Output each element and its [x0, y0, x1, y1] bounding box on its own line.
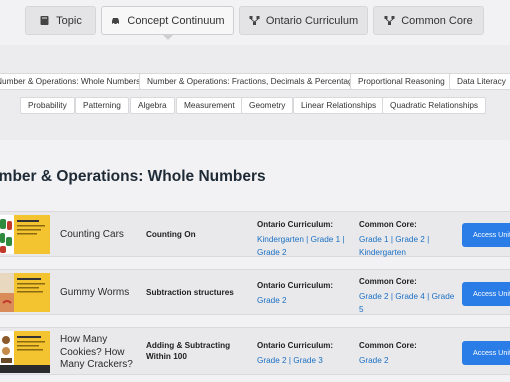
ontario-curriculum: Ontario Curriculum: Grade 2: [257, 280, 352, 306]
grade-link[interactable]: Grade 4: [395, 292, 425, 301]
unit-concept: Subtraction structures: [146, 288, 234, 297]
grade-link[interactable]: Grade 1: [359, 235, 389, 244]
common-core-heading: Common Core:: [359, 277, 417, 286]
access-unit-button[interactable]: Access Unit: [462, 223, 510, 247]
unit-title[interactable]: Counting Cars: [60, 229, 138, 242]
ontario-curriculum: Ontario Curriculum: Grade 2 | Grade 3: [257, 340, 352, 366]
section-title: Number & Operations: Whole Numbers: [0, 168, 266, 185]
grade-link[interactable]: Grade 2: [359, 292, 389, 301]
topic-chip[interactable]: Probability: [20, 97, 75, 114]
unit-title[interactable]: How Many Cookies? How Many Crackers?: [60, 334, 138, 372]
grade-link[interactable]: Grade 2: [257, 248, 287, 257]
unit-row: How Many Cookies? How Many Crackers? Add…: [0, 327, 510, 375]
active-tab-indicator: [163, 35, 173, 40]
car-icon: [110, 15, 121, 26]
topic-chip[interactable]: Measurement: [176, 97, 243, 114]
access-unit-button[interactable]: Access Unit: [462, 282, 510, 306]
topic-chip[interactable]: Linear Relationships: [293, 97, 385, 114]
common-core: Common Core: Grade 2 | Grade 4 | Grade 5: [359, 276, 457, 315]
topic-chip[interactable]: Algebra: [130, 97, 175, 114]
view-tabs: Topic Concept Continuum Ontario Curricul…: [0, 0, 510, 45]
topic-chip[interactable]: Number & Operations: Fractions, Decimals…: [139, 73, 370, 90]
grade-link[interactable]: Grade 1: [311, 235, 341, 244]
unit-row: Counting Cars Counting On Ontario Curric…: [0, 211, 510, 257]
grade-link[interactable]: Grade 2: [395, 235, 425, 244]
tab-topic[interactable]: Topic: [25, 6, 96, 35]
tab-ontario-curriculum[interactable]: Ontario Curriculum: [239, 6, 368, 35]
grade-link[interactable]: Kindergarten: [257, 235, 304, 244]
sitemap-icon: [249, 15, 260, 26]
tab-ontario-curriculum-label: Ontario Curriculum: [265, 14, 359, 27]
unit-thumbnail[interactable]: [0, 273, 50, 312]
grade-link[interactable]: Grade 2: [257, 356, 287, 365]
ontario-heading: Ontario Curriculum:: [257, 341, 334, 350]
book-icon: [39, 15, 50, 26]
unit-row: Gummy Worms Subtraction structures Ontar…: [0, 269, 510, 315]
grade-link[interactable]: Grade 2: [257, 296, 287, 305]
tab-common-core-label: Common Core: [401, 14, 473, 27]
ontario-curriculum: Ontario Curriculum: Kindergarten | Grade…: [257, 219, 352, 258]
access-unit-button[interactable]: Access Unit: [462, 341, 510, 365]
grade-link[interactable]: Grade 3: [293, 356, 323, 365]
grade-link[interactable]: Kindergarten: [359, 248, 406, 257]
tab-concept-continuum-label: Concept Continuum: [127, 14, 225, 27]
common-core-heading: Common Core:: [359, 341, 417, 350]
common-core: Common Core: Grade 1 | Grade 2 | Kinderg…: [359, 219, 457, 258]
unit-title[interactable]: Gummy Worms: [60, 287, 138, 300]
tab-topic-label: Topic: [56, 14, 82, 27]
topic-chip[interactable]: Geometry: [241, 97, 294, 114]
topic-chip[interactable]: Proportional Reasoning: [350, 73, 453, 90]
common-core: Common Core: Grade 2: [359, 340, 457, 366]
topic-chip[interactable]: Data Literacy: [449, 73, 510, 90]
topic-filter-bar: Number & Operations: Whole Numbers Numbe…: [0, 45, 510, 140]
topic-chip[interactable]: Number & Operations: Whole Numbers: [0, 73, 149, 90]
unit-thumbnail[interactable]: [0, 215, 50, 254]
tab-concept-continuum[interactable]: Concept Continuum: [101, 6, 234, 35]
ontario-heading: Ontario Curriculum:: [257, 220, 334, 229]
grade-link[interactable]: Grade 2: [359, 356, 389, 365]
sitemap-icon: [384, 15, 395, 26]
ontario-heading: Ontario Curriculum:: [257, 281, 334, 290]
unit-concept: Counting On: [146, 230, 196, 239]
tab-common-core[interactable]: Common Core: [373, 6, 484, 35]
unit-thumbnail[interactable]: [0, 331, 50, 373]
unit-concept: Adding & Subtracting Within 100: [146, 341, 231, 361]
common-core-heading: Common Core:: [359, 220, 417, 229]
topic-chip[interactable]: Quadratic Relationships: [382, 97, 487, 114]
topic-chip[interactable]: Patterning: [75, 97, 129, 114]
